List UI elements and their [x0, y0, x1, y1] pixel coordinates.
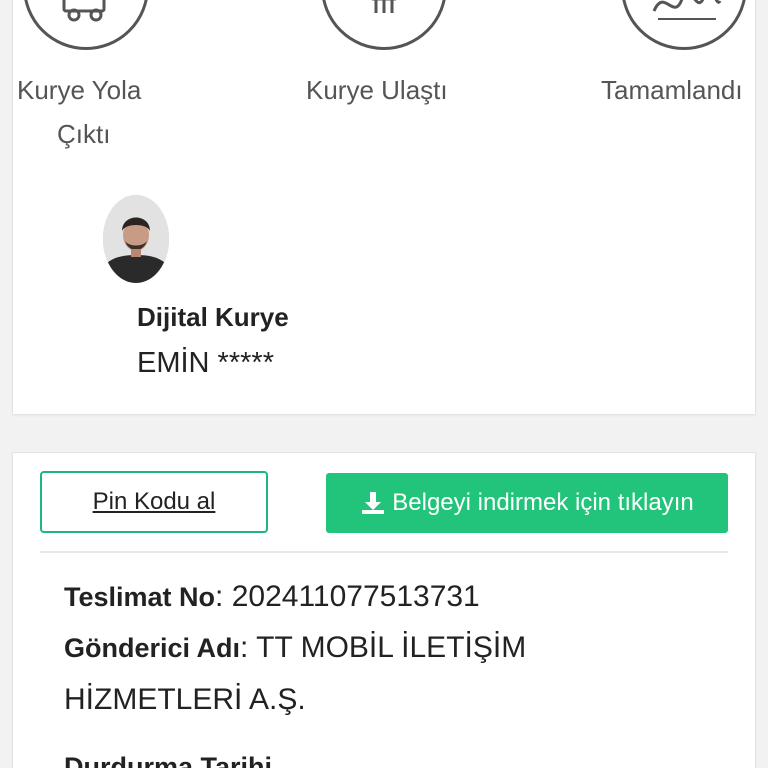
next-detail-row: Durdurma Tarihi	[64, 745, 272, 768]
sender-name-row-continued: HİZMETLERİ A.Ş.	[64, 678, 306, 722]
delivery-status-card: Kurye Yola Çıktı Kurye Ulaştı Tamamlandı…	[12, 0, 756, 415]
signature-icon	[621, 0, 747, 50]
get-pin-code-button[interactable]: Pin Kodu al	[40, 471, 268, 533]
courier-name: EMİN *****	[137, 347, 274, 379]
delivery-number-label: Teslimat No	[64, 582, 216, 612]
sender-name-value: : TT MOBİL İLETİŞİM	[240, 631, 527, 664]
delivery-truck-icon	[23, 0, 149, 50]
fork-icon	[321, 0, 447, 50]
courier-title: Dijital Kurye	[137, 302, 289, 332]
delivery-details-card: Pin Kodu al Belgeyi indirmek için tıklay…	[12, 452, 756, 768]
sender-name-label: Gönderici Adı	[64, 633, 241, 663]
download-button-label: Belgeyi indirmek için tıklayın	[392, 489, 694, 516]
delivery-tracking-page: Kurye Yola Çıktı Kurye Ulaştı Tamamlandı…	[0, 0, 768, 768]
step-label: Kurye Ulaştı	[306, 75, 448, 105]
delivery-number-value: : 202411077513731	[215, 580, 480, 613]
divider	[40, 551, 728, 553]
sender-name-value-line2: HİZMETLERİ A.Ş.	[64, 683, 306, 716]
step-label-line2: Çıktı	[57, 119, 111, 149]
download-document-button[interactable]: Belgeyi indirmek için tıklayın	[326, 473, 728, 533]
step-label: Tamamlandı	[601, 75, 743, 105]
delivery-number-row: Teslimat No: 202411077513731	[64, 575, 480, 619]
courier-avatar	[103, 195, 169, 283]
next-detail-label: Durdurma Tarihi	[64, 752, 273, 768]
step-label: Kurye Yola	[17, 75, 142, 105]
download-icon	[362, 492, 385, 514]
sender-name-row: Gönderici Adı: TT MOBİL İLETİŞİM	[64, 626, 526, 670]
